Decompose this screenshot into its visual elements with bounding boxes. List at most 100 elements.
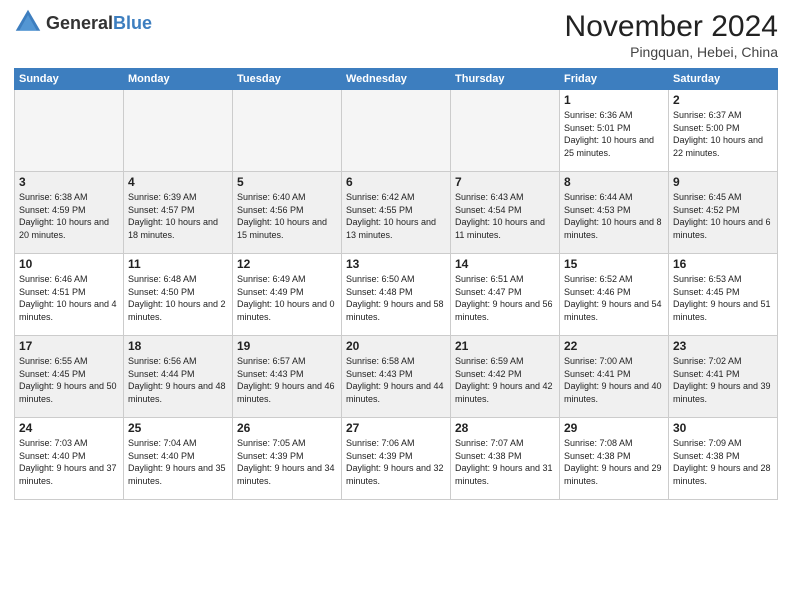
- col-monday: Monday: [124, 69, 233, 90]
- table-row: [233, 90, 342, 172]
- calendar-week-row: 3 Sunrise: 6:38 AM Sunset: 4:59 PM Daylig…: [15, 172, 778, 254]
- day-info: Sunrise: 6:44 AM Sunset: 4:53 PM Dayligh…: [564, 191, 664, 241]
- table-row: 12 Sunrise: 6:49 AM Sunset: 4:49 PM Dayli…: [233, 254, 342, 336]
- day-number: 10: [19, 257, 119, 271]
- table-row: 6 Sunrise: 6:42 AM Sunset: 4:55 PM Daylig…: [342, 172, 451, 254]
- table-row: 14 Sunrise: 6:51 AM Sunset: 4:47 PM Dayli…: [451, 254, 560, 336]
- day-number: 9: [673, 175, 773, 189]
- table-row: [15, 90, 124, 172]
- day-info: Sunrise: 6:58 AM Sunset: 4:43 PM Dayligh…: [346, 355, 446, 405]
- col-friday: Friday: [560, 69, 669, 90]
- month-title: November 2024: [565, 10, 778, 44]
- table-row: 23 Sunrise: 7:02 AM Sunset: 4:41 PM Dayli…: [669, 336, 778, 418]
- table-row: 21Sunrise: 6:59 AM Sunset: 4:42 PM Dayli…: [451, 336, 560, 418]
- table-row: 11Sunrise: 6:48 AM Sunset: 4:50 PM Dayli…: [124, 254, 233, 336]
- day-number: 14: [455, 257, 555, 271]
- day-info: Sunrise: 7:06 AM Sunset: 4:39 PM Dayligh…: [346, 437, 446, 487]
- day-info: Sunrise: 6:55 AM Sunset: 4:45 PM Dayligh…: [19, 355, 119, 405]
- table-row: 1 Sunrise: 6:36 AM Sunset: 5:01 PM Daylig…: [560, 90, 669, 172]
- calendar-header-row: Sunday Monday Tuesday Wednesday Thursday…: [15, 69, 778, 90]
- day-info: Sunrise: 7:05 AM Sunset: 4:39 PM Dayligh…: [237, 437, 337, 487]
- col-sunday: Sunday: [15, 69, 124, 90]
- logo-blue: Blue: [113, 13, 152, 33]
- day-info: Sunrise: 6:36 AM Sunset: 5:01 PM Dayligh…: [564, 109, 664, 159]
- table-row: 28 Sunrise: 7:07 AM Sunset: 4:38 PM Dayli…: [451, 418, 560, 500]
- day-number: 17: [19, 339, 119, 353]
- table-row: 7Sunrise: 6:43 AM Sunset: 4:54 PM Daylig…: [451, 172, 560, 254]
- table-row: 16Sunrise: 6:53 AM Sunset: 4:45 PM Dayli…: [669, 254, 778, 336]
- day-info: Sunrise: 6:45 AM Sunset: 4:52 PM Dayligh…: [673, 191, 773, 241]
- table-row: 22Sunrise: 7:00 AM Sunset: 4:41 PM Dayli…: [560, 336, 669, 418]
- table-row: 15 Sunrise: 6:52 AM Sunset: 4:46 PM Dayli…: [560, 254, 669, 336]
- day-number: 6: [346, 175, 446, 189]
- day-number: 27: [346, 421, 446, 435]
- day-info: Sunrise: 6:42 AM Sunset: 4:55 PM Dayligh…: [346, 191, 446, 241]
- day-number: 4: [128, 175, 228, 189]
- location: Pingquan, Hebei, China: [565, 44, 778, 60]
- day-info: Sunrise: 6:52 AM Sunset: 4:46 PM Dayligh…: [564, 273, 664, 323]
- calendar-week-row: 24Sunrise: 7:03 AM Sunset: 4:40 PM Dayli…: [15, 418, 778, 500]
- day-info: Sunrise: 7:03 AM Sunset: 4:40 PM Dayligh…: [19, 437, 119, 487]
- day-number: 2: [673, 93, 773, 107]
- day-number: 29: [564, 421, 664, 435]
- table-row: [451, 90, 560, 172]
- table-row: 19Sunrise: 6:57 AM Sunset: 4:43 PM Dayli…: [233, 336, 342, 418]
- day-number: 13: [346, 257, 446, 271]
- day-number: 15: [564, 257, 664, 271]
- day-number: 1: [564, 93, 664, 107]
- day-info: Sunrise: 6:49 AM Sunset: 4:49 PM Dayligh…: [237, 273, 337, 323]
- col-saturday: Saturday: [669, 69, 778, 90]
- day-number: 23: [673, 339, 773, 353]
- day-info: Sunrise: 6:51 AM Sunset: 4:47 PM Dayligh…: [455, 273, 555, 323]
- table-row: 9 Sunrise: 6:45 AM Sunset: 4:52 PM Daylig…: [669, 172, 778, 254]
- day-info: Sunrise: 6:40 AM Sunset: 4:56 PM Dayligh…: [237, 191, 337, 241]
- table-row: 20 Sunrise: 6:58 AM Sunset: 4:43 PM Dayli…: [342, 336, 451, 418]
- table-row: 29Sunrise: 7:08 AM Sunset: 4:38 PM Dayli…: [560, 418, 669, 500]
- day-info: Sunrise: 6:38 AM Sunset: 4:59 PM Dayligh…: [19, 191, 119, 241]
- day-info: Sunrise: 6:43 AM Sunset: 4:54 PM Dayligh…: [455, 191, 555, 241]
- day-number: 20: [346, 339, 446, 353]
- day-info: Sunrise: 7:09 AM Sunset: 4:38 PM Dayligh…: [673, 437, 773, 487]
- day-info: Sunrise: 6:37 AM Sunset: 5:00 PM Dayligh…: [673, 109, 773, 159]
- day-info: Sunrise: 7:02 AM Sunset: 4:41 PM Dayligh…: [673, 355, 773, 405]
- table-row: 2 Sunrise: 6:37 AM Sunset: 5:00 PM Daylig…: [669, 90, 778, 172]
- day-info: Sunrise: 6:39 AM Sunset: 4:57 PM Dayligh…: [128, 191, 228, 241]
- day-number: 28: [455, 421, 555, 435]
- day-info: Sunrise: 7:04 AM Sunset: 4:40 PM Dayligh…: [128, 437, 228, 487]
- table-row: 25 Sunrise: 7:04 AM Sunset: 4:40 PM Dayli…: [124, 418, 233, 500]
- day-info: Sunrise: 7:00 AM Sunset: 4:41 PM Dayligh…: [564, 355, 664, 405]
- calendar-week-row: 17 Sunrise: 6:55 AM Sunset: 4:45 PM Dayli…: [15, 336, 778, 418]
- day-number: 3: [19, 175, 119, 189]
- page-container: GeneralBlue November 2024 Pingquan, Hebe…: [0, 0, 792, 506]
- day-number: 25: [128, 421, 228, 435]
- logo-icon: [14, 8, 42, 36]
- day-number: 5: [237, 175, 337, 189]
- col-tuesday: Tuesday: [233, 69, 342, 90]
- day-number: 21: [455, 339, 555, 353]
- table-row: 30 Sunrise: 7:09 AM Sunset: 4:38 PM Dayli…: [669, 418, 778, 500]
- day-number: 26: [237, 421, 337, 435]
- day-number: 12: [237, 257, 337, 271]
- table-row: 18 Sunrise: 6:56 AM Sunset: 4:44 PM Dayli…: [124, 336, 233, 418]
- calendar-table: Sunday Monday Tuesday Wednesday Thursday…: [14, 68, 778, 500]
- title-block: November 2024 Pingquan, Hebei, China: [565, 10, 778, 60]
- header: GeneralBlue November 2024 Pingquan, Hebe…: [14, 10, 778, 60]
- day-info: Sunrise: 6:46 AM Sunset: 4:51 PM Dayligh…: [19, 273, 119, 323]
- day-number: 16: [673, 257, 773, 271]
- table-row: 24Sunrise: 7:03 AM Sunset: 4:40 PM Dayli…: [15, 418, 124, 500]
- day-number: 8: [564, 175, 664, 189]
- table-row: 13 Sunrise: 6:50 AM Sunset: 4:48 PM Dayli…: [342, 254, 451, 336]
- table-row: 27 Sunrise: 7:06 AM Sunset: 4:39 PM Dayli…: [342, 418, 451, 500]
- day-info: Sunrise: 7:07 AM Sunset: 4:38 PM Dayligh…: [455, 437, 555, 487]
- table-row: 3 Sunrise: 6:38 AM Sunset: 4:59 PM Daylig…: [15, 172, 124, 254]
- day-info: Sunrise: 6:57 AM Sunset: 4:43 PM Dayligh…: [237, 355, 337, 405]
- table-row: 5 Sunrise: 6:40 AM Sunset: 4:56 PM Daylig…: [233, 172, 342, 254]
- day-number: 30: [673, 421, 773, 435]
- day-info: Sunrise: 6:50 AM Sunset: 4:48 PM Dayligh…: [346, 273, 446, 323]
- calendar-week-row: 1 Sunrise: 6:36 AM Sunset: 5:01 PM Daylig…: [15, 90, 778, 172]
- day-info: Sunrise: 6:56 AM Sunset: 4:44 PM Dayligh…: [128, 355, 228, 405]
- day-number: 18: [128, 339, 228, 353]
- day-number: 11: [128, 257, 228, 271]
- logo-general: General: [46, 13, 113, 33]
- table-row: 26 Sunrise: 7:05 AM Sunset: 4:39 PM Dayli…: [233, 418, 342, 500]
